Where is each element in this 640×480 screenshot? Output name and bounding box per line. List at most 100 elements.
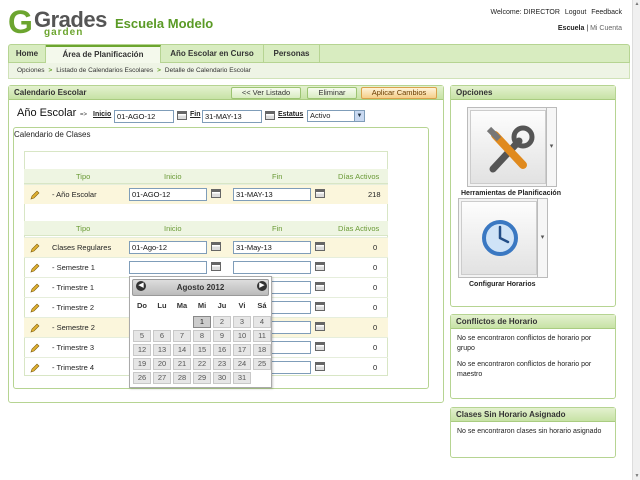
year-start-input[interactable]: 01-AGO-12 xyxy=(114,110,174,123)
datepicker-day[interactable]: 7 xyxy=(173,330,191,342)
unassigned-panel-title: Clases Sin Horario Asignado xyxy=(451,408,615,422)
datepicker-day[interactable]: 4 xyxy=(253,316,271,328)
calendar-icon[interactable] xyxy=(211,262,221,271)
next-month-icon[interactable]: ▶ xyxy=(257,281,267,291)
row-dias: 218 xyxy=(368,190,381,199)
calendar-icon[interactable] xyxy=(177,111,187,120)
row-end-input[interactable] xyxy=(233,261,311,274)
datepicker-day[interactable]: 29 xyxy=(193,372,211,384)
pencil-icon[interactable] xyxy=(30,363,40,373)
delete-button[interactable]: Eliminar xyxy=(307,87,357,99)
planning-tools-button[interactable]: ▾ xyxy=(467,107,557,187)
datepicker-day[interactable]: 27 xyxy=(153,372,171,384)
pencil-icon[interactable] xyxy=(30,303,40,313)
tab-ano-escolar-curso[interactable]: Año Escolar en Curso xyxy=(161,45,264,62)
view-escuela[interactable]: Escuela xyxy=(558,25,584,32)
datepicker-day[interactable]: 15 xyxy=(193,344,211,356)
pencil-icon[interactable] xyxy=(30,283,40,293)
configure-schedules-label[interactable]: Configurar Horarios xyxy=(469,281,536,288)
row-start-input[interactable]: 01-Ago-12 xyxy=(129,241,207,254)
row-start-input[interactable]: 01-AGO-12 xyxy=(129,188,207,201)
datepicker-day[interactable]: 17 xyxy=(233,344,251,356)
pencil-icon[interactable] xyxy=(30,263,40,273)
datepicker-day[interactable]: 23 xyxy=(213,358,231,370)
scroll-down-icon[interactable]: ▼ xyxy=(633,472,640,480)
datepicker-day[interactable]: 10 xyxy=(233,330,251,342)
calendar-icon[interactable] xyxy=(315,282,325,291)
datepicker-day[interactable]: 22 xyxy=(193,358,211,370)
col-tipo: Tipo xyxy=(76,224,91,233)
chevron-down-icon[interactable]: ▾ xyxy=(537,199,547,277)
datepicker-day[interactable]: 31 xyxy=(233,372,251,384)
datepicker-day[interactable]: 6 xyxy=(153,330,171,342)
table-header: Tipo Inicio Fin Días Activos xyxy=(24,169,388,184)
datepicker-day[interactable]: 11 xyxy=(253,330,271,342)
calendar-icon[interactable] xyxy=(211,242,221,251)
datepicker-day[interactable]: 26 xyxy=(133,372,151,384)
status-select[interactable]: Activo ▼ xyxy=(307,110,365,122)
datepicker-day[interactable]: 12 xyxy=(133,344,151,356)
calendar-icon[interactable] xyxy=(211,189,221,198)
breadcrumb-opciones[interactable]: Opciones xyxy=(17,67,44,74)
datepicker-day[interactable]: 5 xyxy=(133,330,151,342)
calendar-icon[interactable] xyxy=(265,111,275,120)
datepicker-day[interactable]: 21 xyxy=(173,358,191,370)
calendar-icon[interactable] xyxy=(315,242,325,251)
calendar-icon[interactable] xyxy=(315,262,325,271)
datepicker: Agosto 2012 ◀ ▶ Do Lu Ma Mi Ju Vi Sá 1 2 3 4 5 6 7 8 9 1… xyxy=(129,276,272,388)
weekday-label: Ju xyxy=(217,301,227,310)
col-inicio: Inicio xyxy=(164,172,182,181)
tools-icon xyxy=(470,110,546,184)
pencil-icon[interactable] xyxy=(30,323,40,333)
datepicker-day[interactable]: 16 xyxy=(213,344,231,356)
tab-personas[interactable]: Personas xyxy=(264,45,320,62)
chevron-down-icon[interactable]: ▾ xyxy=(546,108,556,186)
year-end-input[interactable]: 31-MAY-13 xyxy=(202,110,262,123)
datepicker-day[interactable]: 28 xyxy=(173,372,191,384)
pencil-icon[interactable] xyxy=(30,243,40,253)
datepicker-day[interactable]: 25 xyxy=(253,358,271,370)
grades-garden-logo[interactable]: G Grades garden xyxy=(8,6,107,38)
apply-changes-button[interactable]: Aplicar Cambios xyxy=(361,87,437,99)
back-to-list-button[interactable]: << Ver Listado xyxy=(231,87,301,99)
row-end-input[interactable]: 31-May-13 xyxy=(233,241,311,254)
row-start-input[interactable] xyxy=(129,261,207,274)
page-scrollbar[interactable]: ▲ ▼ xyxy=(632,0,640,480)
datepicker-day[interactable]: 20 xyxy=(153,358,171,370)
datepicker-day[interactable]: 3 xyxy=(233,316,251,328)
datepicker-day[interactable]: 19 xyxy=(133,358,151,370)
datepicker-day[interactable]: 1 xyxy=(193,316,211,328)
row-dias: 0 xyxy=(373,263,378,272)
tab-area-planificacion[interactable]: Área de Planificación xyxy=(46,45,161,64)
logout-link[interactable]: Logout xyxy=(565,9,586,16)
calendar-icon[interactable] xyxy=(315,302,325,311)
table-header: Tipo Inicio Fin Días Activos xyxy=(24,221,388,236)
prev-month-icon[interactable]: ◀ xyxy=(136,281,146,291)
breadcrumb-listado[interactable]: Listado de Calendarios Escolares xyxy=(56,67,153,74)
datepicker-day[interactable]: 9 xyxy=(213,330,231,342)
calendar-icon[interactable] xyxy=(315,362,325,371)
datepicker-day[interactable]: 2 xyxy=(213,316,231,328)
pencil-icon[interactable] xyxy=(30,343,40,353)
datepicker-day[interactable]: 8 xyxy=(193,330,211,342)
weekday-label: Mi xyxy=(197,301,207,310)
row-end-input[interactable]: 31-MAY-13 xyxy=(233,188,311,201)
datepicker-month: Agosto 2012 xyxy=(176,283,225,292)
datepicker-day[interactable]: 14 xyxy=(173,344,191,356)
datepicker-day[interactable]: 24 xyxy=(233,358,251,370)
scroll-up-icon[interactable]: ▲ xyxy=(633,0,640,8)
row-tipo: - Año Escolar xyxy=(52,190,97,199)
calendar-icon[interactable] xyxy=(315,322,325,331)
view-mi-cuenta[interactable]: Mi Cuenta xyxy=(590,25,622,32)
datepicker-day[interactable]: 18 xyxy=(253,344,271,356)
calendar-icon[interactable] xyxy=(315,189,325,198)
feedback-link[interactable]: Feedback xyxy=(591,9,622,16)
tab-home[interactable]: Home xyxy=(9,45,46,62)
configure-schedules-button[interactable]: ▾ xyxy=(458,198,548,278)
clock-icon xyxy=(461,201,537,275)
planning-tools-label[interactable]: Herramientas de Planificación xyxy=(461,190,561,197)
datepicker-day[interactable]: 13 xyxy=(153,344,171,356)
calendar-icon[interactable] xyxy=(315,342,325,351)
pencil-icon[interactable] xyxy=(30,190,40,200)
datepicker-day[interactable]: 30 xyxy=(213,372,231,384)
